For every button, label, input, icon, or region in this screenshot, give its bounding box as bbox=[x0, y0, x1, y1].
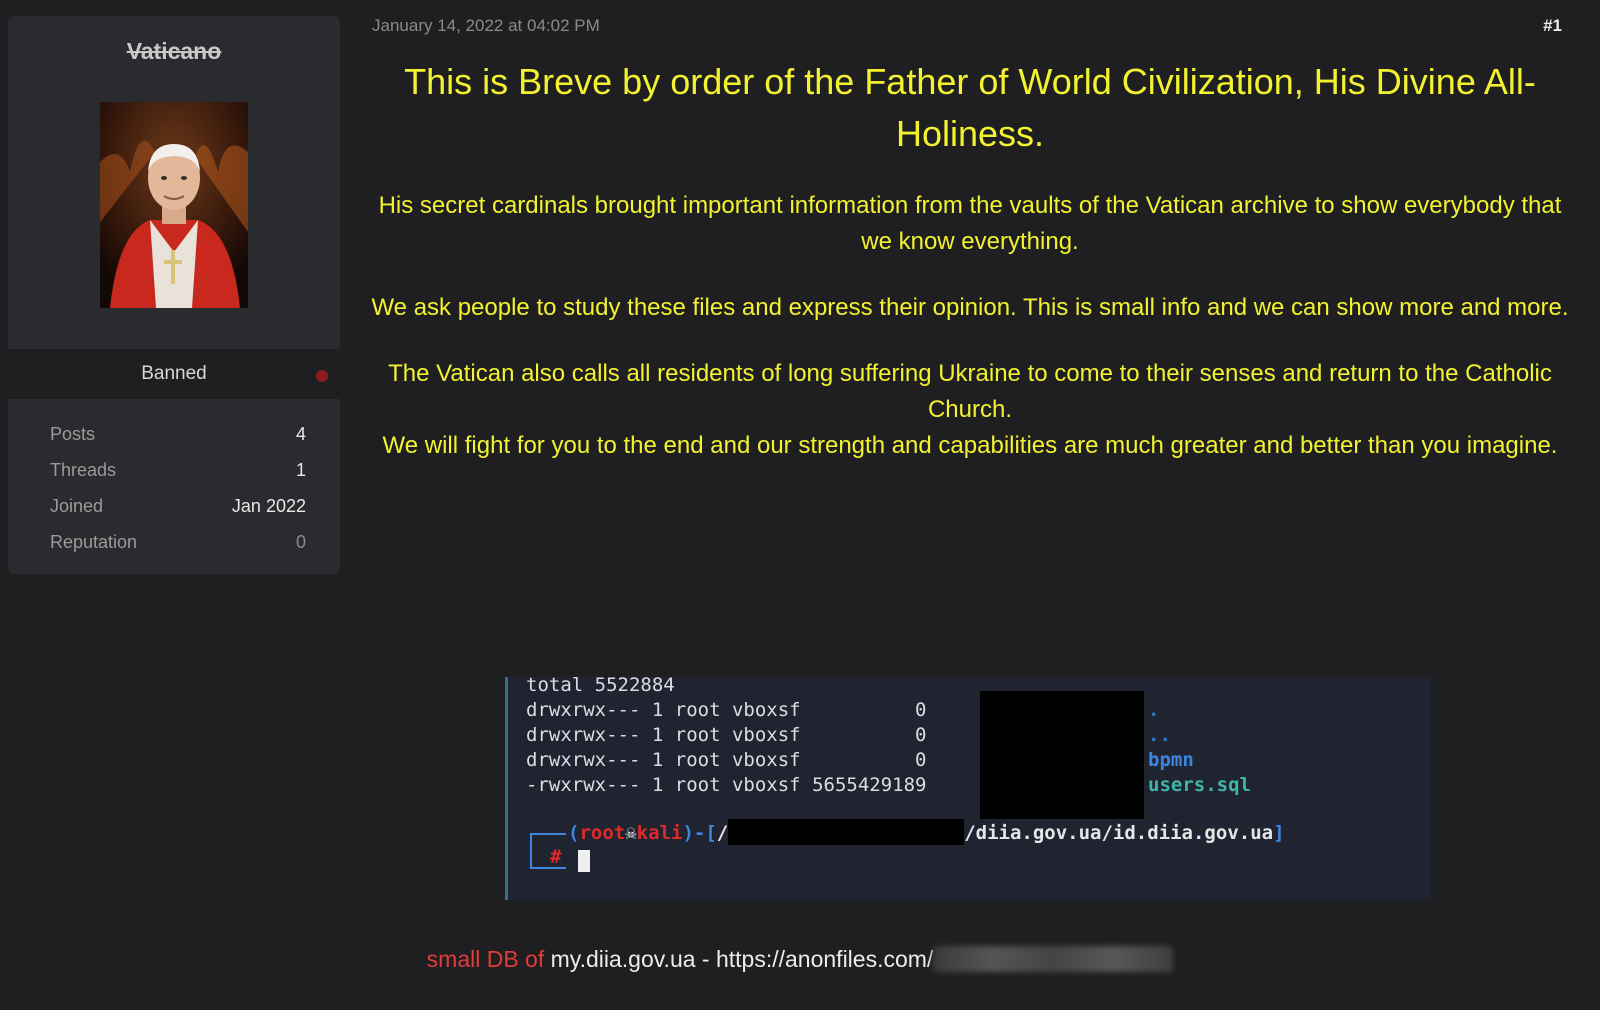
offline-status-dot bbox=[316, 370, 328, 382]
blurred-url-segment bbox=[933, 946, 1174, 972]
post-paragraph: We ask people to study these files and e… bbox=[371, 294, 1569, 321]
file-name: users.sql bbox=[1148, 774, 1251, 796]
file-size: 0 bbox=[915, 724, 927, 746]
file-perms: drwxrwx--- bbox=[526, 749, 641, 771]
post-permalink[interactable]: #1 bbox=[1543, 16, 1562, 36]
file-name: .. bbox=[1148, 724, 1171, 746]
stat-value: 1 bbox=[295, 459, 306, 480]
file-size: 5655429189 bbox=[812, 774, 927, 796]
link-prefix: small DB of bbox=[426, 946, 545, 972]
stat-value: Jan 2022 bbox=[231, 495, 306, 516]
file-perms: drwxrwx--- bbox=[526, 699, 641, 721]
post-paragraph: His secret cardinals brought important i… bbox=[378, 192, 1562, 255]
stat-reputation: Reputation 0 bbox=[50, 524, 306, 560]
file-perms: drwxrwx--- bbox=[526, 724, 641, 746]
user-stats: Posts 4 Threads 1 Joined Jan 2022 Reputa… bbox=[50, 416, 306, 560]
terminal-cursor bbox=[578, 850, 590, 872]
file-group: vboxsf bbox=[731, 724, 801, 746]
prompt-symbol: # bbox=[550, 846, 562, 868]
file-group: vboxsf bbox=[731, 749, 801, 771]
user-status-label: Banned bbox=[141, 363, 207, 384]
file-owner: root bbox=[674, 774, 721, 796]
stat-label: Reputation bbox=[50, 531, 138, 552]
stat-label: Joined bbox=[50, 495, 104, 516]
redaction-bar bbox=[728, 819, 965, 845]
file-links: 1 bbox=[651, 749, 664, 771]
download-url-link[interactable]: https://anonfiles.com/ bbox=[716, 946, 933, 972]
post-paragraph: We will fight for you to the end and our… bbox=[382, 432, 1558, 459]
prompt-path-end: /diia.gov.ua/id.diia.gov.ua bbox=[964, 822, 1274, 844]
terminal-file-row: drwxrwx--- 1 root vboxsf 0 bbox=[526, 698, 926, 723]
post-paragraph: The Vatican also calls all residents of … bbox=[388, 360, 1552, 423]
file-size: 0 bbox=[915, 749, 927, 771]
user-avatar[interactable] bbox=[100, 102, 248, 308]
skull-icon: ☠ bbox=[625, 822, 637, 844]
file-name: . bbox=[1148, 699, 1160, 721]
avatar-portrait-image bbox=[100, 102, 248, 308]
prompt-host: kali bbox=[636, 822, 683, 844]
file-links: 1 bbox=[651, 774, 664, 796]
stat-label: Posts bbox=[50, 423, 96, 444]
post-body: This is Breve by order of the Father of … bbox=[370, 56, 1570, 464]
file-size: 0 bbox=[915, 699, 927, 721]
file-perms: -rwxrwx--- bbox=[526, 774, 641, 796]
link-separator: - bbox=[701, 946, 710, 972]
file-group: vboxsf bbox=[731, 699, 801, 721]
user-panel: Vaticano Banned Posts 4 Threads 1 Joined… bbox=[8, 16, 340, 574]
stat-posts: Posts 4 bbox=[50, 416, 306, 452]
redaction-box bbox=[980, 691, 1144, 819]
prompt-path-start: / bbox=[716, 822, 729, 844]
terminal-screenshot: total 5522884 drwxrwx--- 1 root vboxsf 0… bbox=[505, 674, 1431, 900]
terminal-file-row: drwxrwx--- 1 root vboxsf 0 bbox=[526, 723, 926, 748]
stat-value: 0 bbox=[295, 531, 306, 552]
file-owner: root bbox=[674, 749, 721, 771]
file-owner: root bbox=[674, 699, 721, 721]
file-group: vboxsf bbox=[731, 774, 801, 796]
terminal-file-row: -rwxrwx--- 1 root vboxsf 5655429189 bbox=[526, 773, 926, 798]
file-name: bpmn bbox=[1148, 749, 1194, 771]
post-title: This is Breve by order of the Father of … bbox=[404, 61, 1536, 154]
stat-label: Threads bbox=[50, 459, 117, 480]
user-status-row: Banned bbox=[8, 349, 340, 399]
file-links: 1 bbox=[651, 724, 664, 746]
username-link[interactable]: Vaticano bbox=[8, 38, 340, 65]
file-owner: root bbox=[674, 724, 721, 746]
stat-value: 4 bbox=[295, 423, 306, 444]
download-link-line: small DB of my.diia.gov.ua - https://ano… bbox=[0, 946, 1600, 973]
terminal-total-line: total 5522884 bbox=[526, 674, 675, 696]
link-site: my.diia.gov.ua bbox=[550, 946, 696, 972]
prompt-user: root bbox=[579, 822, 626, 844]
stat-threads: Threads 1 bbox=[50, 452, 306, 488]
terminal-prompt: (root☠kali)-[//diia.gov.ua/id.diia.gov.u… bbox=[568, 819, 1285, 846]
stat-joined: Joined Jan 2022 bbox=[50, 488, 306, 524]
terminal-file-row: drwxrwx--- 1 root vboxsf 0 bbox=[526, 748, 926, 773]
file-links: 1 bbox=[651, 699, 664, 721]
post-date[interactable]: January 14, 2022 at 04:02 PM bbox=[372, 16, 600, 36]
